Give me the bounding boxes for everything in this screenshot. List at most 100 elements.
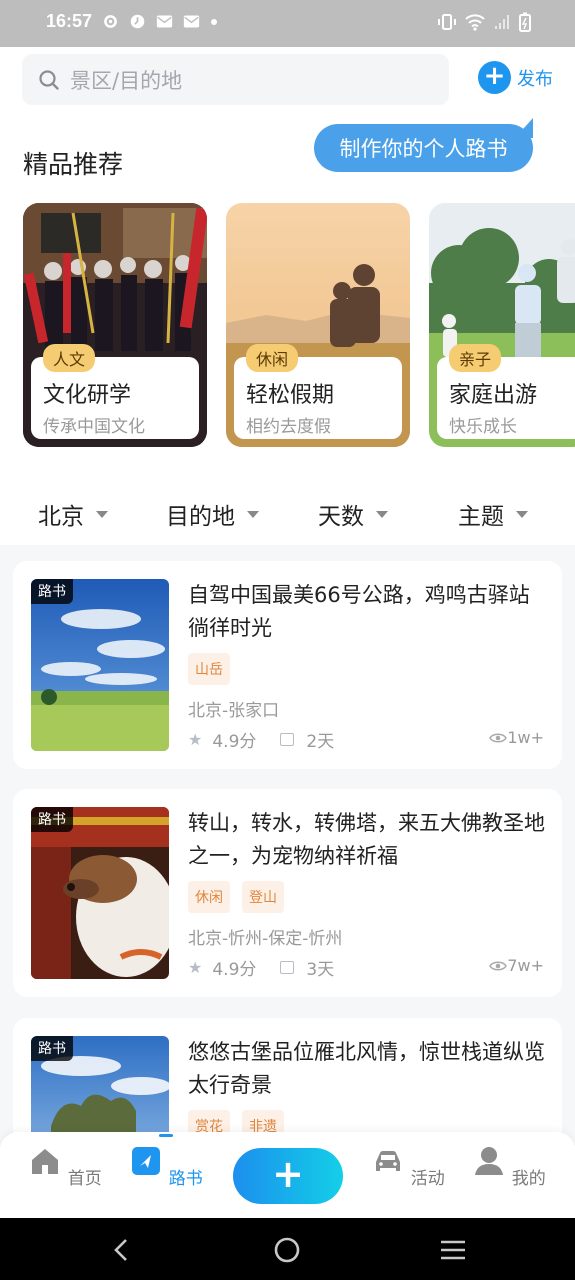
calendar-icon [280,961,295,974]
days: 3天 [306,960,335,980]
mail-icon [156,15,173,28]
nav-label: 我的 [511,1169,546,1189]
nav-label: 路书 [168,1169,203,1189]
publish-button[interactable]: + 发布 [478,61,553,94]
eye-icon [489,961,508,970]
featured-title: 轻松假期 [246,383,335,408]
thumbnail-image [31,579,169,751]
system-nav-bar [0,1218,575,1280]
nav-home[interactable]: 首页 [25,1144,105,1189]
filter-label: 目的地 [166,504,235,530]
roadbook-title: 悠悠古堡品位雁北风情，惊世栈道纵览太行奇景 [188,1040,545,1097]
status-left-icons [102,13,218,30]
wifi-icon [465,14,485,31]
roadbook-title: 转山，转水，转佛塔，来五大佛教圣地之一，为宠物纳祥祈福 [188,811,545,868]
star-icon: ★ [188,730,203,749]
nav-mine[interactable]: 我的 [469,1144,549,1189]
status-bar: 16:57 [0,0,575,47]
filter-label: 北京 [38,504,84,530]
roadbook-title: 自驾中国最美66号公路，鸡鸣古驿站徜徉时光 [188,583,530,640]
rating: 4.9分 [212,960,257,980]
view-count: 1w+ [489,728,544,747]
featured-subtitle: 快乐成长 [449,417,517,437]
tag-chip: 山岳 [188,653,230,685]
home-icon [32,1149,59,1174]
tag-chip: 登山 [242,881,284,913]
eye-icon [489,733,508,742]
chevron-down-icon [516,510,528,518]
mail-icon-2 [183,15,200,28]
filter-destination[interactable]: 目的地 [166,497,259,531]
nav-label: 首页 [67,1169,102,1189]
recents-icon[interactable] [439,1238,467,1262]
roadbook-card[interactable]: 路书 自驾中国最美66号公路，鸡鸣古驿站徜徉时光 山岳 北京-张家口 ★ 4.9… [13,561,562,769]
filter-city[interactable]: 北京 [38,497,108,531]
plus-icon: + [478,61,511,94]
filter-days[interactable]: 天数 [318,497,388,531]
star-icon: ★ [188,958,203,977]
filter-label: 天数 [318,504,364,530]
make-roadbook-bubble[interactable]: 制作你的个人路书 [314,124,533,172]
vibrate-icon [438,14,456,30]
search-placeholder: 景区/目的地 [70,68,183,93]
status-time: 16:57 [46,11,93,31]
dot-icon [211,18,217,25]
roadbook-meta: ★ 4.9分 2天 [188,727,334,752]
days: 2天 [306,732,335,752]
featured-card-culture[interactable]: 人文 文化研学 传承中国文化 [23,203,207,447]
nav-activity[interactable]: 活动 [368,1144,448,1189]
rating: 4.9分 [212,732,257,752]
roadbook-badge: 路书 [31,579,73,604]
chevron-down-icon [376,510,388,518]
back-icon[interactable] [108,1237,134,1263]
roadbook-route: 北京-忻州-保定-忻州 [188,929,343,949]
featured-card-leisure[interactable]: 休闲 轻松假期 相约去度假 [226,203,410,447]
roadbook-thumbnail: 路书 [31,579,169,751]
settings-icon [104,15,117,28]
roadbook-thumbnail: 路书 [31,807,169,979]
status-right-icons [437,12,531,32]
views-value: 7w+ [507,956,544,975]
filter-label: 主题 [458,504,504,530]
active-indicator [159,1134,173,1137]
tag-list: 休闲 登山 [188,881,284,913]
chevron-down-icon [247,510,259,518]
roadbook-icon [132,1147,161,1175]
nav-roadbook[interactable]: 路书 [126,1144,206,1189]
roadbook-card[interactable]: 路书 悠悠古堡品位雁北风情，惊世栈道纵览太行奇景 赏花 非遗 [13,1018,562,1148]
create-button[interactable]: + [233,1148,343,1204]
roadbook-card[interactable]: 路书 转山，转水，转佛塔，来五大佛教圣地之一，为宠物纳祥祈福 休闲 登山 北京-… [13,789,562,997]
nav-label: 活动 [410,1169,445,1189]
featured-title: 文化研学 [43,383,132,408]
calendar-icon [280,733,295,746]
thumbnail-image [31,807,169,979]
clock-icon [130,14,145,29]
section-title: 精品推荐 [23,150,124,179]
roadbook-meta: ★ 4.9分 3天 [188,955,334,980]
featured-info: 亲子 家庭出游 快乐成长 [437,344,575,439]
bottom-nav: 首页 路书 + 活动 我的 [0,1132,575,1218]
featured-tag: 人文 [43,344,96,372]
featured-subtitle: 传承中国文化 [43,417,145,437]
signal-icon [495,15,509,29]
user-icon [475,1147,504,1175]
home-button-icon[interactable] [273,1236,301,1264]
featured-info: 休闲 轻松假期 相约去度假 [234,344,402,439]
view-count: 7w+ [489,956,544,975]
publish-label: 发布 [517,68,553,90]
battery-icon [519,12,531,32]
featured-card-family[interactable]: 亲子 家庭出游 快乐成长 [429,203,575,447]
car-icon [376,1151,401,1171]
featured-title: 家庭出游 [449,383,538,408]
chevron-down-icon [96,510,108,518]
filter-bar: 北京 目的地 天数 主题 [0,497,575,541]
featured-info: 人文 文化研学 传承中国文化 [31,344,199,439]
featured-tag: 亲子 [449,344,502,372]
search-bar[interactable]: 景区/目的地 [22,54,449,105]
featured-tag: 休闲 [246,344,299,372]
tag-chip: 休闲 [188,881,230,913]
views-value: 1w+ [507,728,544,747]
filter-theme[interactable]: 主题 [458,497,528,531]
roadbook-badge: 路书 [31,807,73,832]
roadbook-badge: 路书 [31,1036,73,1061]
